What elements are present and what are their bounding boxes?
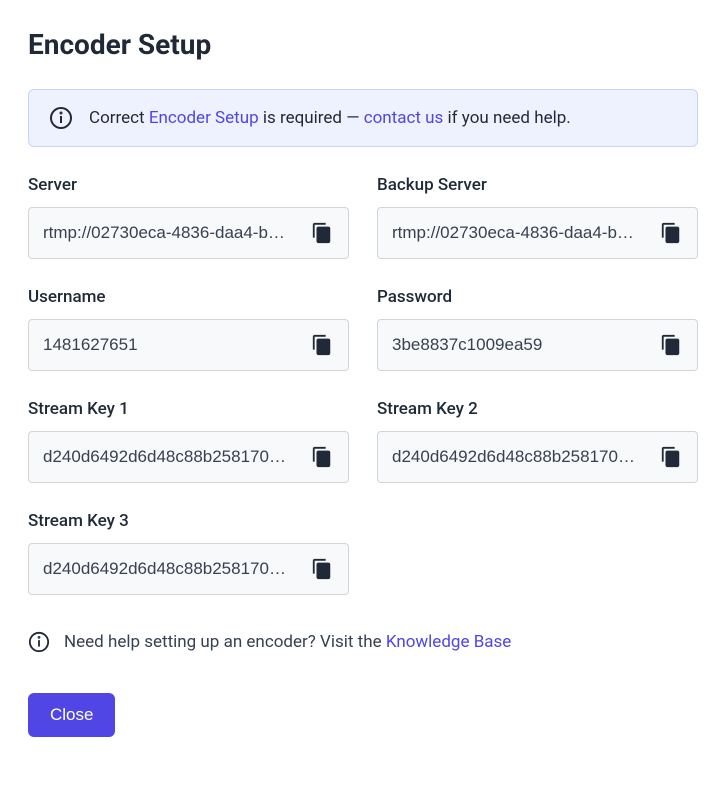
info-icon — [28, 631, 50, 653]
stream-key-3-field: Stream Key 3 — [28, 511, 349, 595]
server-label: Server — [28, 175, 349, 195]
username-field: Username — [28, 287, 349, 371]
copy-icon[interactable] — [308, 331, 336, 359]
contact-us-link[interactable]: contact us — [364, 108, 444, 128]
fields-grid: Server Backup Server Username Password — [28, 175, 698, 595]
backup-server-input-group — [377, 207, 698, 259]
close-button[interactable]: Close — [28, 693, 115, 737]
server-input-group — [28, 207, 349, 259]
stream-key-3-input[interactable] — [43, 559, 302, 579]
help-text: Need help setting up an encoder? Visit t… — [64, 632, 511, 652]
username-input[interactable] — [43, 335, 302, 355]
username-input-group — [28, 319, 349, 371]
alert-text-before: Correct — [89, 108, 149, 128]
stream-key-1-label: Stream Key 1 — [28, 399, 349, 419]
copy-icon[interactable] — [308, 219, 336, 247]
alert-text-middle: is required — — [259, 108, 364, 128]
stream-key-1-input[interactable] — [43, 447, 302, 467]
username-label: Username — [28, 287, 349, 307]
help-text-prefix: Need help setting up an encoder? Visit t… — [64, 632, 386, 652]
backup-server-label: Backup Server — [377, 175, 698, 195]
password-input-group — [377, 319, 698, 371]
knowledge-base-link[interactable]: Knowledge Base — [386, 632, 511, 652]
stream-key-2-field: Stream Key 2 — [377, 399, 698, 483]
password-field: Password — [377, 287, 698, 371]
password-label: Password — [377, 287, 698, 307]
info-icon — [49, 106, 73, 130]
page-title: Encoder Setup — [28, 28, 698, 61]
backup-server-input[interactable] — [392, 223, 651, 243]
copy-icon[interactable] — [308, 443, 336, 471]
stream-key-1-field: Stream Key 1 — [28, 399, 349, 483]
help-row: Need help setting up an encoder? Visit t… — [28, 631, 698, 653]
alert-text: Correct Encoder Setup is required — cont… — [89, 108, 571, 128]
stream-key-2-input[interactable] — [392, 447, 651, 467]
stream-key-3-label: Stream Key 3 — [28, 511, 349, 531]
copy-icon[interactable] — [657, 219, 685, 247]
server-field: Server — [28, 175, 349, 259]
stream-key-3-input-group — [28, 543, 349, 595]
copy-icon[interactable] — [657, 443, 685, 471]
setup-alert: Correct Encoder Setup is required — cont… — [28, 89, 698, 147]
backup-server-field: Backup Server — [377, 175, 698, 259]
stream-key-2-input-group — [377, 431, 698, 483]
stream-key-1-input-group — [28, 431, 349, 483]
stream-key-2-label: Stream Key 2 — [377, 399, 698, 419]
server-input[interactable] — [43, 223, 302, 243]
password-input[interactable] — [392, 335, 651, 355]
alert-text-after: if you need help. — [443, 108, 570, 128]
copy-icon[interactable] — [308, 555, 336, 583]
copy-icon[interactable] — [657, 331, 685, 359]
encoder-setup-link[interactable]: Encoder Setup — [149, 108, 259, 128]
